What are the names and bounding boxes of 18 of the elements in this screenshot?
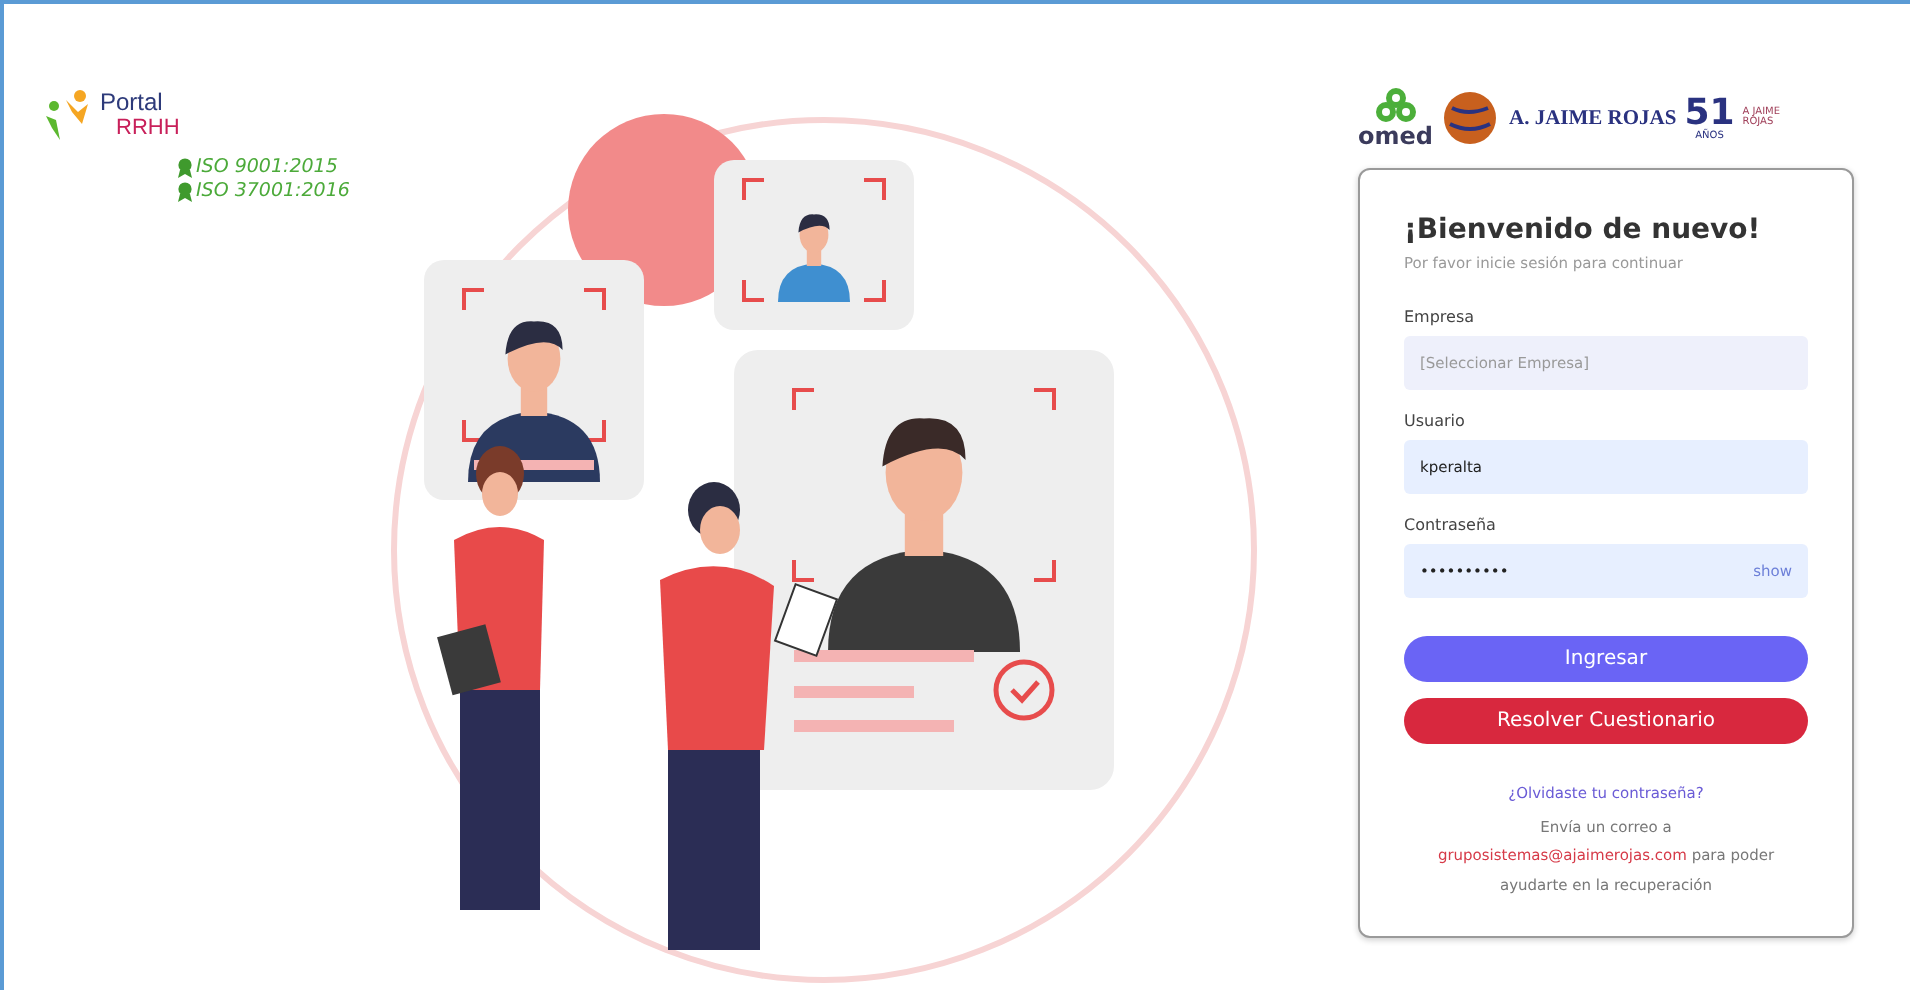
clover-logo-icon — [1373, 88, 1418, 124]
brand-product: RRHH — [116, 116, 180, 140]
field-label: Usuario — [1404, 412, 1467, 430]
certification-text: ISO 37001:2016 — [176, 180, 364, 202]
company-logo-text: A. JAIME ROJAS — [1508, 107, 1677, 129]
people-logo-icon — [44, 88, 92, 144]
omed-logo-text: omed — [1358, 124, 1433, 148]
login-title: ¡Bienvenido de nuevo! — [1404, 214, 1763, 246]
field-label: Empresa — [1404, 308, 1477, 326]
field-label: Contraseña — [1404, 516, 1498, 534]
globe-icon — [1440, 88, 1501, 148]
login-button[interactable]: Ingresar — [1404, 636, 1808, 682]
certification-text: ISO 9001:2015 — [176, 156, 364, 178]
anniversary-number: 51 — [1684, 95, 1735, 131]
award-icon — [176, 157, 194, 177]
brand-name: Portal — [100, 88, 165, 116]
questionnaire-button[interactable]: Resolver Cuestionario — [1404, 698, 1808, 744]
award-icon — [176, 181, 194, 201]
